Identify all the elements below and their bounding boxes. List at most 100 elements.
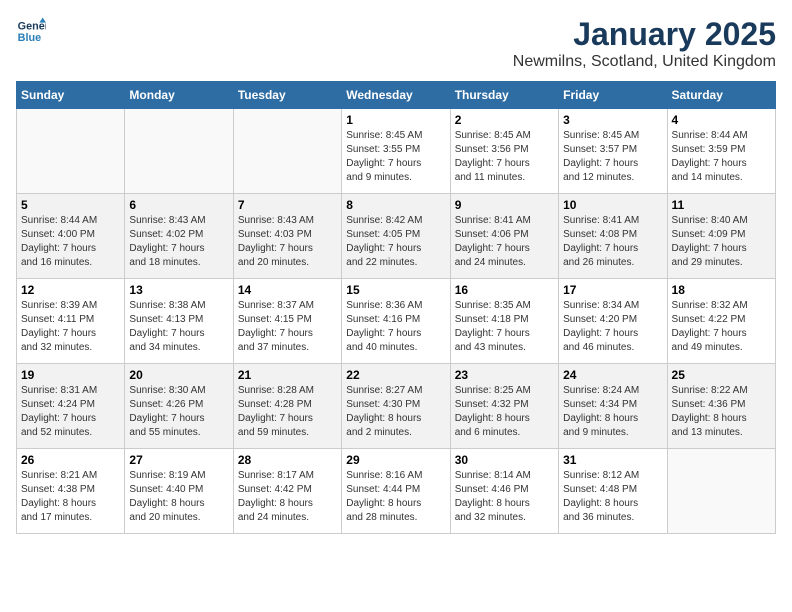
- day-info: Sunrise: 8:24 AM Sunset: 4:34 PM Dayligh…: [563, 384, 662, 440]
- table-row: 11 Sunrise: 8:40 AM Sunset: 4:09 PM Dayli…: [667, 194, 775, 279]
- day-info: Sunrise: 8:32 AM Sunset: 4:22 PM Dayligh…: [672, 299, 771, 355]
- day-info: Sunrise: 8:45 AM Sunset: 3:55 PM Dayligh…: [346, 129, 445, 185]
- day-info: Sunrise: 8:31 AM Sunset: 4:24 PM Dayligh…: [21, 384, 120, 440]
- table-row: 18Sunrise: 8:32 AM Sunset: 4:22 PM Dayli…: [667, 279, 775, 364]
- day-info: Sunrise: 8:19 AM Sunset: 4:40 PM Dayligh…: [129, 469, 228, 525]
- day-info: Sunrise: 8:34 AM Sunset: 4:20 PM Dayligh…: [563, 299, 662, 355]
- table-row: 12 Sunrise: 8:39 AM Sunset: 4:11 PM Dayli…: [17, 279, 125, 364]
- day-info: Sunrise: 8:21 AM Sunset: 4:38 PM Dayligh…: [21, 469, 120, 525]
- calendar-table: Sunday Monday Tuesday Wednesday Thursday…: [16, 81, 776, 534]
- day-info: Sunrise: 8:45 AM Sunset: 3:57 PM Dayligh…: [563, 129, 662, 185]
- calendar-title: January 2025: [513, 16, 776, 53]
- svg-text:Blue: Blue: [18, 32, 41, 44]
- day-number: 24: [563, 368, 662, 382]
- header-wednesday: Wednesday: [342, 82, 450, 109]
- day-number: 21: [238, 368, 337, 382]
- day-info: Sunrise: 8:38 AM Sunset: 4:13 PM Dayligh…: [129, 299, 228, 355]
- day-info: Sunrise: 8:39 AM Sunset: 4:11 PM Dayligh…: [21, 299, 120, 355]
- table-row: 17 Sunrise: 8:34 AM Sunset: 4:20 PM Dayli…: [559, 279, 667, 364]
- day-number: 6: [129, 198, 228, 212]
- day-info: Sunrise: 8:36 AM Sunset: 4:16 PM Dayligh…: [346, 299, 445, 355]
- day-number: 28: [238, 453, 337, 467]
- day-number: 4: [672, 113, 771, 127]
- table-row: 27Sunrise: 8:19 AM Sunset: 4:40 PM Dayli…: [125, 449, 233, 534]
- table-row: 31Sunrise: 8:12 AM Sunset: 4:48 PM Dayli…: [559, 449, 667, 534]
- day-number: 8: [346, 198, 445, 212]
- table-row: 15 Sunrise: 8:36 AM Sunset: 4:16 PM Dayli…: [342, 279, 450, 364]
- day-number: 13: [129, 283, 228, 297]
- table-row: 4 Sunrise: 8:44 AM Sunset: 3:59 PM Daylig…: [667, 109, 775, 194]
- day-info: Sunrise: 8:40 AM Sunset: 4:09 PM Dayligh…: [672, 214, 771, 270]
- day-info: Sunrise: 8:25 AM Sunset: 4:32 PM Dayligh…: [455, 384, 554, 440]
- header: General Blue January 2025 Newmilns, Scot…: [16, 16, 776, 71]
- table-row: 9Sunrise: 8:41 AM Sunset: 4:06 PM Daylig…: [450, 194, 558, 279]
- table-row: 20 Sunrise: 8:30 AM Sunset: 4:26 PM Dayli…: [125, 364, 233, 449]
- table-row: 23 Sunrise: 8:25 AM Sunset: 4:32 PM Dayli…: [450, 364, 558, 449]
- table-row: 8 Sunrise: 8:42 AM Sunset: 4:05 PM Daylig…: [342, 194, 450, 279]
- day-number: 23: [455, 368, 554, 382]
- table-row: 19 Sunrise: 8:31 AM Sunset: 4:24 PM Dayli…: [17, 364, 125, 449]
- day-info: Sunrise: 8:14 AM Sunset: 4:46 PM Dayligh…: [455, 469, 554, 525]
- table-row: [667, 449, 775, 534]
- header-saturday: Saturday: [667, 82, 775, 109]
- table-row: 13 Sunrise: 8:38 AM Sunset: 4:13 PM Dayli…: [125, 279, 233, 364]
- table-row: 1 Sunrise: 8:45 AM Sunset: 3:55 PM Daylig…: [342, 109, 450, 194]
- calendar-subtitle: Newmilns, Scotland, United Kingdom: [513, 53, 776, 71]
- header-thursday: Thursday: [450, 82, 558, 109]
- calendar-week-row: 26 Sunrise: 8:21 AM Sunset: 4:38 PM Dayli…: [17, 449, 776, 534]
- table-row: 22Sunrise: 8:27 AM Sunset: 4:30 PM Dayli…: [342, 364, 450, 449]
- table-row: 3 Sunrise: 8:45 AM Sunset: 3:57 PM Daylig…: [559, 109, 667, 194]
- table-row: 21Sunrise: 8:28 AM Sunset: 4:28 PM Dayli…: [233, 364, 341, 449]
- table-row: [125, 109, 233, 194]
- header-sunday: Sunday: [17, 82, 125, 109]
- day-number: 17: [563, 283, 662, 297]
- table-row: 16Sunrise: 8:35 AM Sunset: 4:18 PM Dayli…: [450, 279, 558, 364]
- day-number: 5: [21, 198, 120, 212]
- day-info: Sunrise: 8:17 AM Sunset: 4:42 PM Dayligh…: [238, 469, 337, 525]
- day-info: Sunrise: 8:44 AM Sunset: 3:59 PM Dayligh…: [672, 129, 771, 185]
- day-number: 11: [672, 198, 771, 212]
- table-row: 28 Sunrise: 8:17 AM Sunset: 4:42 PM Dayli…: [233, 449, 341, 534]
- day-number: 1: [346, 113, 445, 127]
- header-friday: Friday: [559, 82, 667, 109]
- table-row: 10 Sunrise: 8:41 AM Sunset: 4:08 PM Dayli…: [559, 194, 667, 279]
- day-number: 12: [21, 283, 120, 297]
- day-number: 29: [346, 453, 445, 467]
- table-row: 2 Sunrise: 8:45 AM Sunset: 3:56 PM Daylig…: [450, 109, 558, 194]
- day-number: 3: [563, 113, 662, 127]
- day-number: 10: [563, 198, 662, 212]
- logo-icon: General Blue: [16, 16, 46, 46]
- day-number: 22: [346, 368, 445, 382]
- table-row: 30Sunrise: 8:14 AM Sunset: 4:46 PM Dayli…: [450, 449, 558, 534]
- day-number: 2: [455, 113, 554, 127]
- day-info: Sunrise: 8:22 AM Sunset: 4:36 PM Dayligh…: [672, 384, 771, 440]
- table-row: 29 Sunrise: 8:16 AM Sunset: 4:44 PM Dayli…: [342, 449, 450, 534]
- day-number: 16: [455, 283, 554, 297]
- day-number: 20: [129, 368, 228, 382]
- day-info: Sunrise: 8:41 AM Sunset: 4:08 PM Dayligh…: [563, 214, 662, 270]
- day-info: Sunrise: 8:43 AM Sunset: 4:02 PM Dayligh…: [129, 214, 228, 270]
- logo: General Blue: [16, 16, 46, 46]
- day-info: Sunrise: 8:42 AM Sunset: 4:05 PM Dayligh…: [346, 214, 445, 270]
- day-number: 25: [672, 368, 771, 382]
- day-info: Sunrise: 8:43 AM Sunset: 4:03 PM Dayligh…: [238, 214, 337, 270]
- header-monday: Monday: [125, 82, 233, 109]
- day-number: 19: [21, 368, 120, 382]
- day-info: Sunrise: 8:37 AM Sunset: 4:15 PM Dayligh…: [238, 299, 337, 355]
- day-number: 9: [455, 198, 554, 212]
- day-info: Sunrise: 8:12 AM Sunset: 4:48 PM Dayligh…: [563, 469, 662, 525]
- day-info: Sunrise: 8:45 AM Sunset: 3:56 PM Dayligh…: [455, 129, 554, 185]
- calendar-week-row: 12 Sunrise: 8:39 AM Sunset: 4:11 PM Dayli…: [17, 279, 776, 364]
- table-row: 24 Sunrise: 8:24 AM Sunset: 4:34 PM Dayli…: [559, 364, 667, 449]
- calendar-header-row: Sunday Monday Tuesday Wednesday Thursday…: [17, 82, 776, 109]
- table-row: 25 Sunrise: 8:22 AM Sunset: 4:36 PM Dayli…: [667, 364, 775, 449]
- day-number: 15: [346, 283, 445, 297]
- day-number: 14: [238, 283, 337, 297]
- calendar-week-row: 19 Sunrise: 8:31 AM Sunset: 4:24 PM Dayli…: [17, 364, 776, 449]
- header-tuesday: Tuesday: [233, 82, 341, 109]
- table-row: 6 Sunrise: 8:43 AM Sunset: 4:02 PM Daylig…: [125, 194, 233, 279]
- day-info: Sunrise: 8:30 AM Sunset: 4:26 PM Dayligh…: [129, 384, 228, 440]
- day-info: Sunrise: 8:16 AM Sunset: 4:44 PM Dayligh…: [346, 469, 445, 525]
- table-row: 14 Sunrise: 8:37 AM Sunset: 4:15 PM Dayli…: [233, 279, 341, 364]
- day-number: 26: [21, 453, 120, 467]
